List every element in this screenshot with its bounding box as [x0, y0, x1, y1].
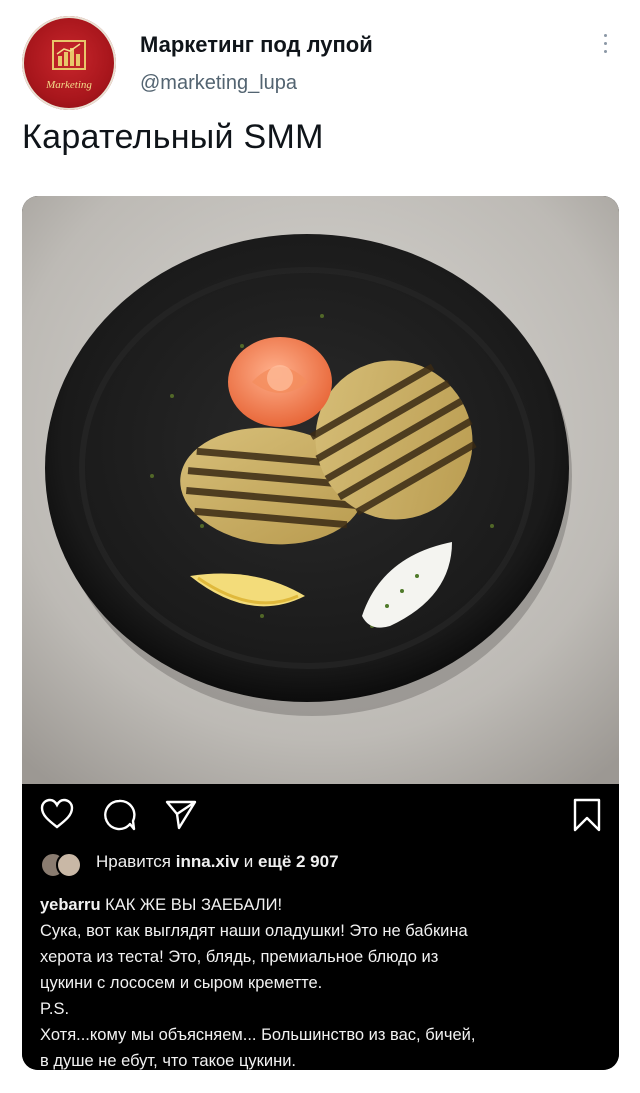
likes-count[interactable]: ещё 2 907	[258, 852, 339, 871]
likes-text[interactable]: Нравится inna.xiv и ещё 2 907	[96, 852, 339, 872]
avatar-label: Marketing	[46, 79, 92, 91]
post-caption: yebarru КАК ЖЕ ВЫ ЗАЕБАЛИ! Сука, вот как…	[40, 892, 605, 1070]
caption-username[interactable]: yebarru	[40, 896, 101, 914]
avatar[interactable]: Marketing	[22, 16, 116, 110]
caption-line: цукини с лососем и сыром креметте.	[40, 974, 323, 992]
caption-headline: КАК ЖЕ ВЫ ЗАЕБАЛИ!	[100, 896, 283, 914]
liker-avatars	[40, 852, 84, 878]
comment-icon[interactable]	[102, 798, 136, 832]
food-photo[interactable]	[22, 196, 619, 784]
instagram-post-panel: Нравится inna.xiv и ещё 2 907 yebarru КА…	[22, 784, 619, 1070]
tweet-text: Карательный SMM	[22, 118, 324, 156]
likes-prefix: Нравится	[96, 852, 176, 871]
caption-line: в душе не ебут, что такое цукини.	[40, 1052, 296, 1070]
caption-line: P.S.	[40, 1000, 70, 1018]
caption-line: Сука, вот как выглядят наши оладушки! Эт…	[40, 922, 468, 940]
author-name[interactable]: Маркетинг под лупой	[140, 32, 373, 58]
likes-row: Нравится inna.xiv и ещё 2 907	[40, 850, 600, 878]
post-actions	[40, 798, 602, 838]
share-icon[interactable]	[164, 798, 198, 830]
bookmark-icon[interactable]	[572, 798, 602, 832]
caption-line: херота из теста! Это, блядь, премиальное…	[40, 948, 439, 966]
likes-middle: и	[239, 852, 259, 871]
author-handle[interactable]: @marketing_lupa	[140, 72, 297, 95]
more-vertical-icon[interactable]	[600, 34, 610, 58]
tweet-header: Marketing Маркетинг под лупой @marketing…	[20, 16, 620, 110]
heart-icon[interactable]	[40, 798, 74, 830]
caption-headline-line: yebarru КАК ЖЕ ВЫ ЗАЕБАЛИ!	[40, 892, 605, 918]
likes-user[interactable]: inna.xiv	[176, 852, 239, 871]
caption-line: Хотя...кому мы объясняем... Большинство …	[40, 1026, 476, 1044]
chart-logo-icon	[52, 40, 86, 70]
tweet-media[interactable]: Нравится inna.xiv и ещё 2 907 yebarru КА…	[22, 196, 619, 1070]
